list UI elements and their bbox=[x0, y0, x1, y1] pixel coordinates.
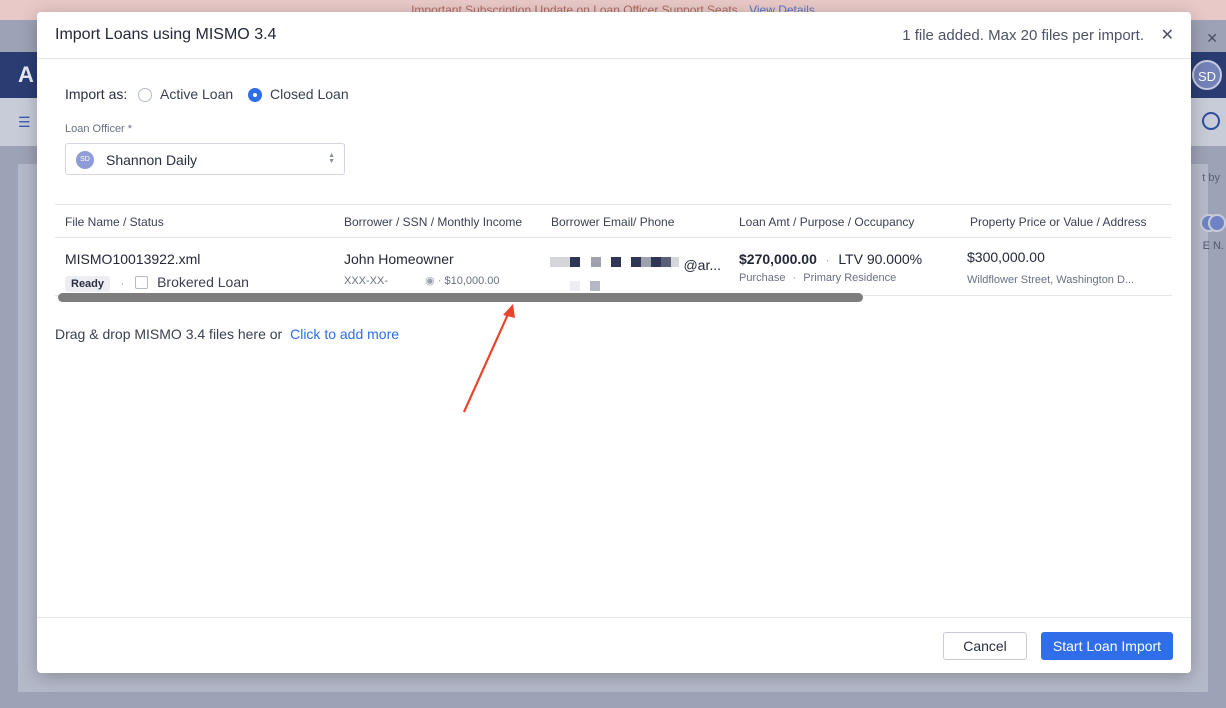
header-loan-amount: Loan Amt / Purpose / Occupancy bbox=[739, 215, 915, 229]
header-borrower: Borrower / SSN / Monthly Income bbox=[344, 215, 523, 229]
avatar-group bbox=[1200, 214, 1226, 232]
file-name: MISMO10013922.xml bbox=[65, 251, 201, 267]
closed-loan-radio[interactable] bbox=[248, 88, 262, 102]
cancel-button[interactable]: Cancel bbox=[943, 632, 1027, 660]
property-address: Wildflower Street, Washington D... bbox=[967, 274, 1135, 286]
monthly-income: $10,000.00 bbox=[444, 275, 500, 287]
loan-amount: $270,000.00 bbox=[739, 251, 817, 267]
status-badge: Ready bbox=[65, 276, 111, 292]
start-loan-import-button[interactable]: Start Loan Import bbox=[1041, 632, 1173, 660]
property-price: $300,000.00 bbox=[967, 249, 1045, 265]
loan-officer-label: Loan Officer * bbox=[65, 123, 133, 135]
drop-zone[interactable]: Drag & drop MISMO 3.4 files here or Clic… bbox=[55, 326, 399, 342]
drop-text: Drag & drop MISMO 3.4 files here or bbox=[55, 326, 283, 342]
modal-header: Import Loans using MISMO 3.4 1 file adde… bbox=[37, 12, 1191, 59]
banner-close-icon[interactable]: ✕ bbox=[1206, 30, 1218, 47]
brokered-loan-label[interactable]: Brokered Loan bbox=[157, 274, 249, 290]
header-file-name: File Name / Status bbox=[65, 215, 164, 229]
checklist-icon[interactable]: ☰ bbox=[18, 114, 34, 130]
sort-by-label: t by bbox=[1202, 172, 1220, 184]
header-property: Property Price or Value / Address bbox=[970, 215, 1147, 229]
annotation-arrow-icon bbox=[462, 304, 515, 413]
reveal-eye-icon[interactable]: ◉ bbox=[425, 275, 435, 287]
loan-purpose: Purchase bbox=[739, 272, 786, 284]
table-row[interactable]: MISMO10013922.xml Ready · Brokered Loan … bbox=[55, 237, 1172, 296]
app-logo: A bbox=[18, 62, 34, 87]
name-stub: E N. bbox=[1202, 240, 1224, 252]
active-loan-radio[interactable] bbox=[138, 88, 152, 102]
loan-officer-select[interactable]: SD Shannon Daily ▲ ▼ bbox=[65, 143, 345, 175]
borrower-name: John Homeowner bbox=[344, 251, 454, 267]
borrower-email-redacted: @ar... bbox=[550, 253, 722, 273]
close-icon[interactable]: ✕ bbox=[1161, 25, 1174, 45]
brokered-loan-checkbox[interactable] bbox=[134, 276, 148, 290]
refresh-icon[interactable] bbox=[1202, 112, 1220, 130]
closed-loan-label[interactable]: Closed Loan bbox=[270, 86, 349, 102]
select-caret-icon: ▲ ▼ bbox=[328, 152, 335, 165]
occupancy: Primary Residence bbox=[803, 272, 897, 284]
file-count-text: 1 file added. Max 20 files per import. bbox=[902, 27, 1144, 44]
header-email-phone: Borrower Email/ Phone bbox=[551, 215, 675, 229]
loan-officer-avatar: SD bbox=[76, 151, 94, 169]
table-header: File Name / Status Borrower / SSN / Mont… bbox=[55, 204, 1172, 238]
import-as-label: Import as: bbox=[65, 86, 128, 102]
borrower-email-suffix: @ar... bbox=[683, 256, 722, 273]
loan-officer-value: Shannon Daily bbox=[106, 152, 198, 168]
ltv-value: LTV 90.000% bbox=[838, 251, 923, 267]
active-loan-label[interactable]: Active Loan bbox=[160, 86, 233, 102]
click-to-add-link[interactable]: Click to add more bbox=[290, 326, 399, 342]
user-avatar[interactable]: SD bbox=[1192, 60, 1222, 90]
modal-title: Import Loans using MISMO 3.4 bbox=[55, 26, 277, 43]
import-loans-modal: Import Loans using MISMO 3.4 1 file adde… bbox=[37, 12, 1191, 673]
ssn-masked: XXX-XX- bbox=[344, 275, 389, 287]
modal-footer: Cancel Start Loan Import bbox=[37, 617, 1191, 673]
